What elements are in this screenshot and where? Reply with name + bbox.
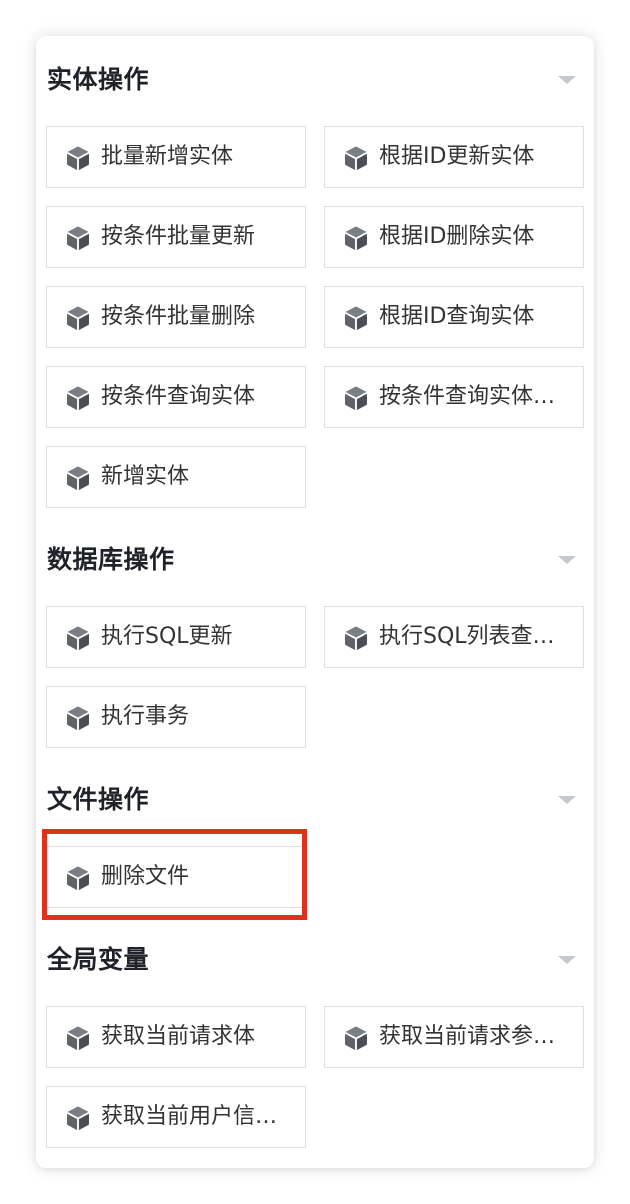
cube-icon bbox=[67, 866, 89, 891]
component-item-label: 根据ID删除实体 bbox=[379, 224, 535, 249]
cube-icon bbox=[67, 466, 89, 491]
component-item[interactable]: 按条件查询实体… bbox=[324, 366, 584, 428]
section-title: 全局变量 bbox=[47, 945, 150, 974]
section-title: 文件操作 bbox=[47, 785, 150, 814]
component-item[interactable]: 执行SQL列表查… bbox=[324, 606, 584, 668]
cube-icon bbox=[345, 1026, 367, 1051]
section-header[interactable]: 文件操作 bbox=[36, 780, 594, 820]
cube-icon bbox=[67, 226, 89, 251]
component-item-label: 获取当前请求参… bbox=[379, 1024, 556, 1049]
component-item-label: 执行SQL列表查… bbox=[379, 624, 555, 649]
component-item[interactable]: 根据ID删除实体 bbox=[324, 206, 584, 268]
component-item-label: 获取当前用户信… bbox=[101, 1104, 278, 1129]
component-item[interactable]: 删除文件 bbox=[46, 846, 306, 908]
component-item-label: 按条件批量更新 bbox=[101, 224, 256, 249]
component-item-label: 新增实体 bbox=[101, 464, 190, 489]
section-title: 数据库操作 bbox=[47, 545, 175, 574]
caret-down-icon[interactable] bbox=[558, 796, 576, 804]
component-item-label: 根据ID查询实体 bbox=[379, 304, 535, 329]
component-item-label: 删除文件 bbox=[101, 864, 190, 889]
cube-icon bbox=[67, 1026, 89, 1051]
cube-icon bbox=[67, 626, 89, 651]
section-title: 实体操作 bbox=[47, 65, 150, 94]
section-header[interactable]: 全局变量 bbox=[36, 940, 594, 980]
component-item[interactable]: 执行事务 bbox=[46, 686, 306, 748]
cube-icon bbox=[345, 386, 367, 411]
component-item-label: 获取当前请求体 bbox=[101, 1024, 256, 1049]
component-item-label: 执行事务 bbox=[101, 704, 190, 729]
cube-icon bbox=[345, 146, 367, 171]
component-item-label: 按条件查询实体 bbox=[101, 384, 256, 409]
component-item[interactable]: 按条件批量更新 bbox=[46, 206, 306, 268]
cube-icon bbox=[67, 386, 89, 411]
section-header[interactable]: 实体操作 bbox=[36, 60, 594, 100]
cube-icon bbox=[67, 1106, 89, 1131]
component-item[interactable]: 根据ID查询实体 bbox=[324, 286, 584, 348]
component-item[interactable]: 按条件查询实体 bbox=[46, 366, 306, 428]
cube-icon bbox=[67, 306, 89, 331]
cube-icon bbox=[67, 146, 89, 171]
component-item[interactable]: 根据ID更新实体 bbox=[324, 126, 584, 188]
caret-down-icon[interactable] bbox=[558, 556, 576, 564]
component-item[interactable]: 批量新增实体 bbox=[46, 126, 306, 188]
caret-down-icon[interactable] bbox=[558, 956, 576, 964]
component-panel: 实体操作 批量新增实体 根据ID更新实体 按条件批量更新 根据ID删除实体 按条… bbox=[36, 36, 594, 1168]
component-item[interactable]: 执行SQL更新 bbox=[46, 606, 306, 668]
component-item-label: 根据ID更新实体 bbox=[379, 144, 535, 169]
section-header[interactable]: 数据库操作 bbox=[36, 540, 594, 580]
component-item-label: 按条件批量删除 bbox=[101, 304, 256, 329]
component-item-label: 按条件查询实体… bbox=[379, 384, 556, 409]
component-item-label: 批量新增实体 bbox=[101, 144, 234, 169]
component-item[interactable]: 新增实体 bbox=[46, 446, 306, 508]
component-item[interactable]: 获取当前用户信… bbox=[46, 1086, 306, 1148]
component-item-label: 执行SQL更新 bbox=[101, 624, 233, 649]
component-item[interactable]: 按条件批量删除 bbox=[46, 286, 306, 348]
caret-down-icon[interactable] bbox=[558, 76, 576, 84]
cube-icon bbox=[345, 226, 367, 251]
component-item[interactable]: 获取当前请求参… bbox=[324, 1006, 584, 1068]
cube-icon bbox=[345, 306, 367, 331]
cube-icon bbox=[67, 706, 89, 731]
component-item[interactable]: 获取当前请求体 bbox=[46, 1006, 306, 1068]
cube-icon bbox=[345, 626, 367, 651]
